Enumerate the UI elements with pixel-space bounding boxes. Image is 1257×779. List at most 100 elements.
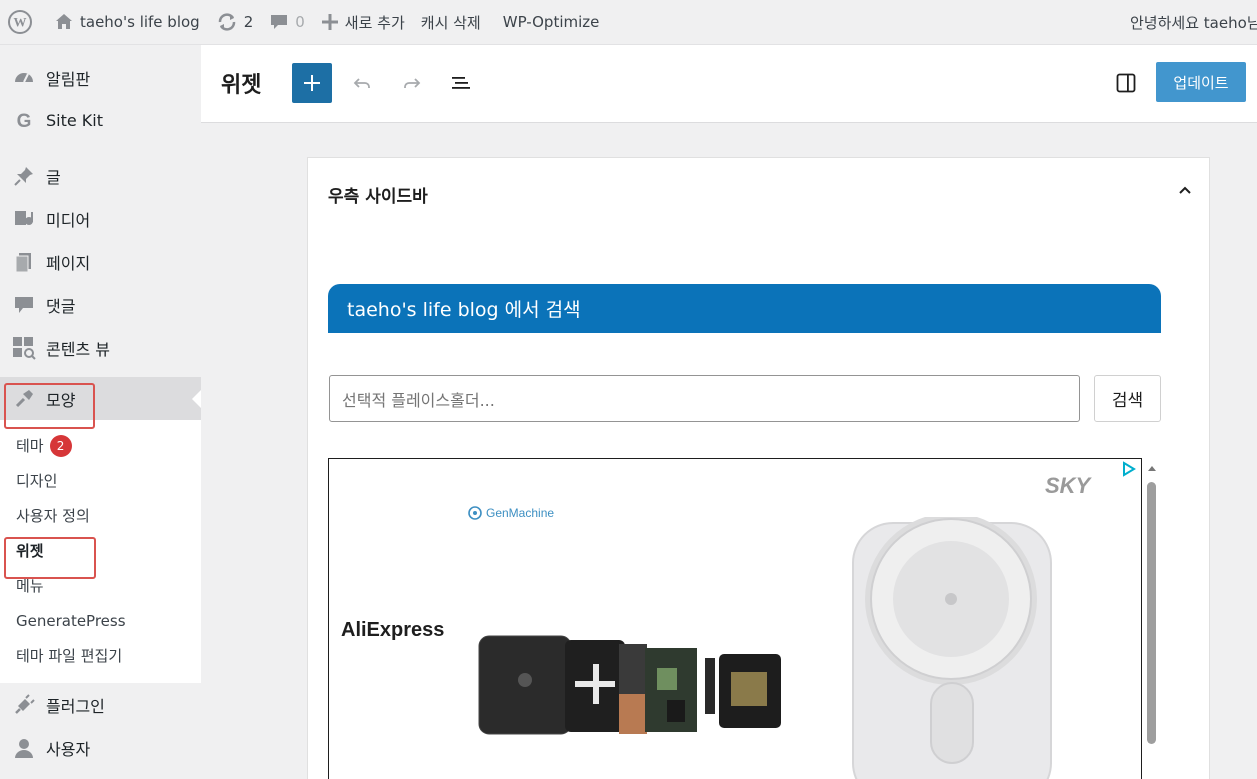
pin-icon: [12, 164, 36, 188]
ad-brand-genmachine-text: GenMachine: [486, 506, 555, 520]
menu-appearance-label: 모양: [46, 390, 76, 410]
media-icon: [12, 207, 36, 231]
menu-site-kit-label: Site Kit: [46, 111, 104, 130]
comments-count: 0: [295, 13, 305, 31]
redo-button[interactable]: [396, 67, 428, 99]
widget-area-title: 우측 사이드바: [328, 187, 428, 207]
collapse-button[interactable]: [1173, 178, 1197, 202]
ad-brand-aliexpress-text: AliExpress: [341, 619, 445, 641]
wordpress-logo[interactable]: W: [0, 0, 40, 45]
user-icon: [12, 736, 36, 760]
site-name-link[interactable]: taeho's life blog: [40, 0, 208, 45]
submenu-themes-label: 테마: [16, 437, 44, 455]
submenu-design-label: 디자인: [16, 472, 58, 490]
mini-pc-product-image: [478, 635, 781, 735]
submenu-theme-file-editor-label: 테마 파일 편집기: [16, 647, 123, 665]
wordpress-icon: W: [8, 10, 32, 34]
menu-plugins[interactable]: 플러그인: [0, 683, 201, 726]
menu-content-views-label: 콘텐츠 뷰: [46, 339, 110, 359]
list-view-icon: [452, 77, 470, 89]
menu-posts[interactable]: 글: [0, 154, 201, 197]
sidebar-toggle-icon: [1116, 73, 1136, 93]
svg-text:W: W: [14, 15, 27, 30]
ad-brand-sky: SKY: [1045, 473, 1090, 499]
menu-dashboard-label: 알림판: [46, 69, 91, 89]
submenu-generatepress-label: GeneratePress: [16, 611, 126, 630]
ad-brand-sky-text: SKY: [1045, 473, 1091, 498]
scroll-up-arrow-icon[interactable]: [1142, 462, 1162, 474]
admin-sidebar: 알림판 G Site Kit 글 미디어 페이지 댓글 콘텐츠 뷰 모양 테마 …: [0, 45, 201, 779]
menu-posts-label: 글: [46, 167, 61, 187]
list-view-button[interactable]: [445, 67, 477, 99]
update-button[interactable]: 업데이트: [1156, 62, 1246, 102]
google-icon: G: [12, 109, 36, 133]
submenu-theme-file-editor[interactable]: 테마 파일 편집기: [0, 638, 201, 673]
settings-sidebar-toggle[interactable]: [1110, 67, 1142, 99]
menu-site-kit[interactable]: G Site Kit: [0, 99, 201, 142]
widget-area-panel: 우측 사이드바 taeho's life blog 에서 검색 선택적 플레이스…: [307, 157, 1210, 779]
appearance-icon: [12, 387, 36, 411]
submenu-generatepress[interactable]: GeneratePress: [0, 603, 201, 638]
menu-media-label: 미디어: [46, 210, 91, 230]
menu-appearance[interactable]: 모양: [0, 377, 201, 420]
menu-pages[interactable]: 페이지: [0, 240, 201, 283]
menu-pages-label: 페이지: [46, 253, 91, 273]
page-icon: [12, 250, 36, 274]
page-title: 위젯: [221, 73, 262, 98]
wp-optimize-label: WP-Optimize: [502, 13, 600, 31]
widget-canvas: 우측 사이드바 taeho's life blog 에서 검색 선택적 플레이스…: [201, 123, 1257, 779]
submenu-widgets-label: 위젯: [16, 542, 44, 560]
submenu-customize[interactable]: 사용자 정의: [0, 498, 201, 533]
svg-text:G: G: [17, 111, 32, 132]
wp-optimize-link[interactable]: WP-Optimize: [489, 0, 608, 45]
menu-users[interactable]: 사용자: [0, 726, 201, 769]
menu-plugins-label: 플러그인: [46, 696, 105, 716]
chevron-up-icon: [1179, 186, 1191, 194]
power-bank-product-image: [852, 517, 1052, 779]
advertisement[interactable]: AliExpress GenMachine SKY: [328, 458, 1142, 779]
comment-icon: [12, 293, 36, 317]
menu-media[interactable]: 미디어: [0, 197, 201, 240]
menu-users-label: 사용자: [46, 739, 91, 759]
submenu-customize-label: 사용자 정의: [16, 507, 90, 525]
plus-icon: [304, 75, 320, 91]
menu-dashboard[interactable]: 알림판: [0, 56, 201, 99]
updates-count: 2: [243, 13, 254, 31]
site-name: taeho's life blog: [80, 13, 200, 31]
account-link[interactable]: 안녕하세요 taeho님: [1130, 0, 1257, 45]
redo-icon: [404, 78, 421, 88]
ad-scrollbar[interactable]: [1142, 458, 1162, 779]
submenu-design[interactable]: 디자인: [0, 463, 201, 498]
editor-header: 위젯 업데이트: [201, 45, 1257, 123]
cache-clear-link[interactable]: 캐시 삭제: [413, 0, 489, 45]
ad-brand-aliexpress: AliExpress: [341, 619, 444, 642]
submenu-themes[interactable]: 테마 2: [0, 428, 201, 463]
dashboard-icon: [12, 66, 36, 90]
new-content-link[interactable]: 새로 추가: [313, 0, 413, 45]
ad-scrollbar-thumb[interactable]: [1147, 482, 1156, 744]
plugin-icon: [12, 693, 36, 717]
home-icon: [56, 14, 72, 29]
adchoices-icon[interactable]: [1121, 461, 1137, 481]
submenu-menus[interactable]: 메뉴: [0, 568, 201, 603]
genmachine-logo-icon: [468, 506, 482, 520]
comment-icon: [271, 15, 288, 29]
submenu-widgets[interactable]: 위젯: [0, 533, 201, 568]
add-block-button[interactable]: [292, 63, 332, 103]
comments-link[interactable]: 0: [261, 0, 313, 45]
admin-bar: W taeho's life blog 2 0 새로 추가 캐시 삭제 WP-O…: [0, 0, 1257, 45]
greeting: 안녕하세요 taeho님: [1130, 14, 1257, 32]
updates-link[interactable]: 2: [208, 0, 262, 45]
cache-clear-label: 캐시 삭제: [420, 13, 481, 32]
search-button[interactable]: 검색: [1094, 375, 1161, 422]
ad-brand-genmachine: GenMachine: [467, 505, 554, 521]
menu-comments-label: 댓글: [46, 296, 76, 316]
menu-content-views[interactable]: 콘텐츠 뷰: [0, 326, 201, 369]
search-widget-heading[interactable]: taeho's life blog 에서 검색: [328, 284, 1161, 333]
plus-icon: [321, 14, 338, 30]
undo-button[interactable]: [346, 67, 378, 99]
undo-icon: [353, 78, 370, 88]
themes-update-badge: 2: [49, 434, 72, 457]
search-input[interactable]: 선택적 플레이스홀더...: [329, 375, 1080, 422]
menu-comments[interactable]: 댓글: [0, 283, 201, 326]
